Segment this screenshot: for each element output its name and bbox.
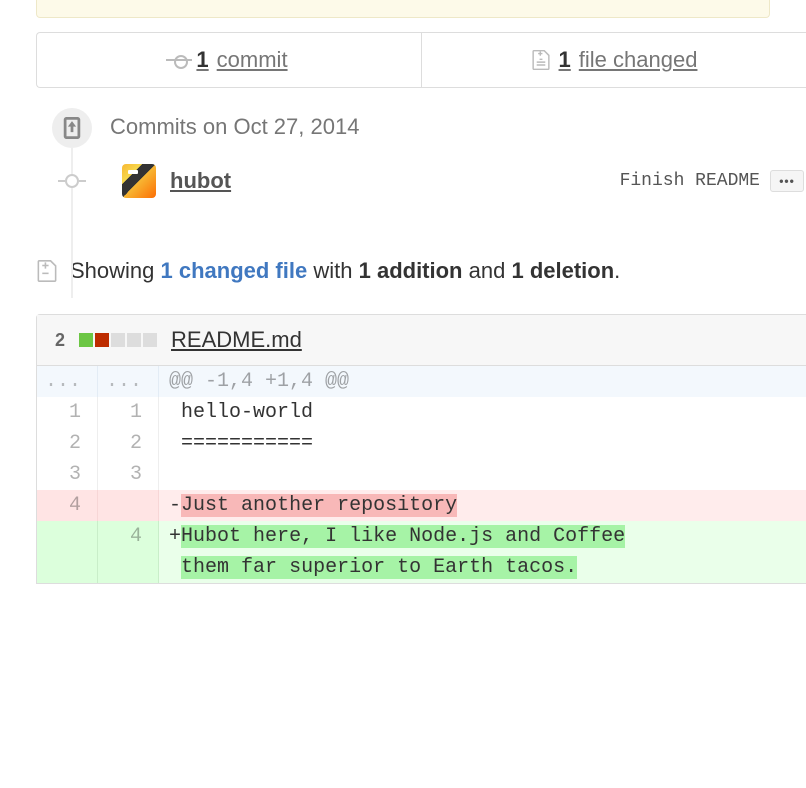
diff-line-add: them far superior to Earth tacos. [37, 552, 806, 583]
commits-timeline: Commits on Oct 27, 2014 hubot Finish REA… [36, 108, 806, 258]
diff-highlight: Hubot here, I like Node.js and Coffee [181, 525, 625, 548]
additions-count: 1 addition [359, 258, 463, 283]
files-changed-tab[interactable]: 1 file changed [422, 33, 806, 87]
diffstat-block-add [79, 333, 93, 347]
diff-highlight: Just another repository [181, 494, 457, 517]
file-diff-icon [531, 48, 551, 72]
diff-line-add: 4+Hubot here, I like Node.js and Coffee [37, 521, 806, 552]
showing-suffix: . [614, 258, 620, 283]
code-cell: +Hubot here, I like Node.js and Coffee [159, 521, 806, 552]
diff-file-header: 2 README.md [37, 315, 806, 366]
line-num-old[interactable]: 4 [37, 490, 98, 521]
diffstat-block-neutral [143, 333, 157, 347]
diff-line-ctx: 33 [37, 459, 806, 490]
line-num-new[interactable]: 4 [98, 521, 159, 552]
showing-mid1: with [313, 258, 352, 283]
diffstat-block-neutral [111, 333, 125, 347]
alert-bar-remnant [36, 0, 770, 18]
line-num-new[interactable] [98, 552, 159, 583]
code-cell [159, 459, 806, 490]
deletions-count: 1 deletion [511, 258, 614, 283]
line-num-new[interactable]: 1 [98, 397, 159, 428]
commits-date-heading: Commits on Oct 27, 2014 [36, 108, 806, 140]
diff-filename-link[interactable]: README.md [171, 327, 302, 353]
commit-node-icon [65, 174, 79, 188]
commits-count: 1 [196, 47, 208, 73]
code-cell: =========== [159, 428, 806, 459]
commit-author-link[interactable]: hubot [170, 168, 231, 194]
timeline-badge [52, 108, 92, 148]
line-num-old[interactable]: 1 [37, 397, 98, 428]
file-diff-icon [36, 258, 58, 284]
commit-summary-bar: 1 commit 1 file changed [36, 32, 806, 88]
commit-message[interactable]: Finish README [620, 171, 760, 191]
diff-file-box: 2 README.md ... ... @@ -1,4 +1,4 @@ 11 h… [36, 314, 806, 584]
diffstat-blocks [79, 333, 157, 347]
changed-files-link[interactable]: 1 changed file [161, 258, 308, 283]
diff-summary-line: Showing 1 changed file with 1 addition a… [36, 258, 770, 284]
line-num-old[interactable] [37, 552, 98, 583]
line-num-old[interactable] [37, 521, 98, 552]
line-num-new[interactable]: 2 [98, 428, 159, 459]
diffstat-block-neutral [127, 333, 141, 347]
commit-icon [170, 51, 188, 69]
diff-line-del: 4 -Just another repository [37, 490, 806, 521]
showing-mid2: and [469, 258, 506, 283]
commits-label: commit [217, 47, 288, 73]
hunk-header-row: ... ... @@ -1,4 +1,4 @@ [37, 366, 806, 397]
diff-line-ctx: 11 hello-world [37, 397, 806, 428]
diff-table: ... ... @@ -1,4 +1,4 @@ 11 hello-world22… [37, 366, 806, 583]
diffstat-block-del [95, 333, 109, 347]
diff-change-count: 2 [55, 330, 65, 351]
line-num-old[interactable]: ... [37, 366, 98, 397]
timeline-connector [71, 148, 73, 298]
line-num-new[interactable]: 3 [98, 459, 159, 490]
showing-prefix: Showing [70, 258, 154, 283]
commit-row: hubot Finish README ••• [36, 164, 806, 198]
line-num-old[interactable]: 3 [37, 459, 98, 490]
commits-tab[interactable]: 1 commit [37, 33, 422, 87]
line-num-new[interactable] [98, 490, 159, 521]
commit-expand-button[interactable]: ••• [770, 170, 804, 192]
repo-push-icon [63, 117, 81, 139]
avatar[interactable] [122, 164, 156, 198]
line-num-new[interactable]: ... [98, 366, 159, 397]
files-count: 1 [559, 47, 571, 73]
hunk-header: @@ -1,4 +1,4 @@ [159, 366, 806, 397]
code-cell: hello-world [159, 397, 806, 428]
diff-line-ctx: 22 =========== [37, 428, 806, 459]
code-cell: -Just another repository [159, 490, 806, 521]
line-num-old[interactable]: 2 [37, 428, 98, 459]
files-label: file changed [579, 47, 698, 73]
diff-highlight: them far superior to Earth tacos. [181, 556, 577, 579]
code-cell: them far superior to Earth tacos. [159, 552, 806, 583]
